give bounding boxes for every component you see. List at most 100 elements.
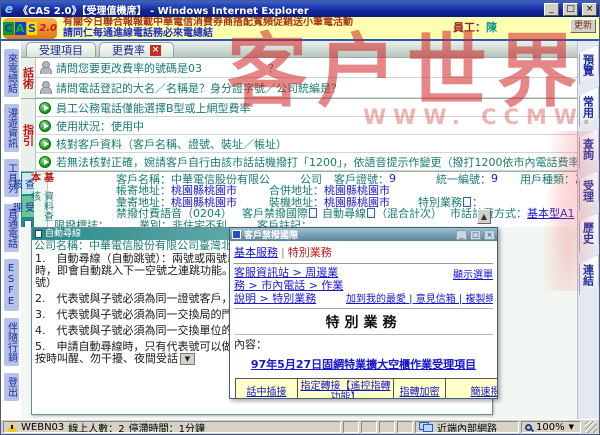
minimize-button[interactable]: _	[544, 3, 559, 16]
customer-row-4: 禁撥付費語音（0204） 客戶禁撥國際 自動尋線（混合計次） 市話計費方式：基本…	[50, 208, 575, 220]
sidebar-item-roaming-info[interactable]: 漫遊資訊	[4, 104, 19, 152]
popup-title: 客戶禁撥國際	[244, 228, 453, 241]
ubn-label: 統一編號：	[436, 172, 491, 187]
tab-accept-items[interactable]: 受理項目	[26, 42, 96, 57]
customer-data-section: 查核 受理 基本 資料查核 客戶名稱：中華電信股份有限公 公司 客戶證號：9 統…	[21, 171, 577, 229]
green-arrow-icon	[39, 138, 51, 150]
document-icon	[35, 230, 42, 238]
right-tab-accept[interactable]: 受理	[579, 171, 599, 211]
service-link[interactable]: 簡速撥號	[446, 379, 498, 399]
guide-section: 指引 員工公務電話僅能選擇B型或上網型費率 使用狀況：使用中 核對客戶資料（客戶…	[21, 98, 577, 171]
guide-rows: 員工公務電話僅能選擇B型或上網型費率 使用狀況：使用中 核對客戶資料（客戶名稱、…	[36, 99, 577, 171]
scroll-up-icon[interactable]: ▲	[477, 209, 491, 224]
work-item-tabbar: 受理項目 更費率 ×	[21, 41, 577, 57]
tab-close-icon[interactable]: ×	[150, 45, 161, 56]
network-icon	[419, 422, 433, 432]
notice-link-row: 97年5月27日固網特業擴大空櫃作業受理項目	[234, 356, 493, 372]
status-zone: 近端內部網路	[437, 421, 497, 433]
popup-heading: 特別業務	[234, 308, 493, 332]
status-panel-zoom[interactable]: 100% ▼	[521, 421, 581, 433]
popup-tabs: 基本服務|特別業務	[234, 243, 493, 264]
guide-row: 核對客戶資料（客戶名稱、證號、裝址／帳址）	[36, 135, 577, 153]
usertype-label: 用戶種類：	[520, 172, 575, 187]
banner-messages: 有關今日聯合報報載中華電信消費券商搭配寬頻促銷送小筆電活動 請同仁每通進線電話務…	[63, 17, 353, 39]
zoom-level: 100%	[536, 422, 565, 433]
popup-restore-button[interactable]: □	[470, 230, 481, 240]
script-section: 話術 請問您要更改費率的號碼是03 ？ 請問電話登記的大名／名稱是？身分證字號／…	[21, 57, 577, 98]
right-tab-query[interactable]: 查詢	[579, 129, 599, 169]
close-button[interactable]: ×	[582, 3, 597, 16]
popup-titlebar[interactable]: 客戶禁撥國際 _ □ ×	[230, 228, 497, 241]
right-sidebar: 預覽 常用 查詢 受理 歷史 連結	[577, 41, 599, 419]
logo-version: 2.0	[39, 23, 57, 34]
ubn-value: 9	[491, 172, 498, 185]
status-panel-main: WEBN03 線上人數：2 停滯時間：1分鐘	[3, 421, 341, 433]
combo-dropdown-icon[interactable]: ▼	[180, 353, 195, 365]
usertype-value: 乙	[575, 172, 577, 187]
logo-letter-a: A	[15, 22, 26, 35]
popup-nav-side: 顯示選單 加到我的最愛 | 意見信箱 | 複製網址 | 列印	[346, 266, 493, 305]
autoline-note: （混合計次）	[376, 205, 442, 221]
right-tab-preview[interactable]: 預覽	[579, 45, 599, 85]
banner-line-1: 有關今日聯合報報載中華電信消費券商搭配寬頻促銷送小筆電活動	[63, 17, 353, 28]
popup-action-links[interactable]: 加到我的最愛 | 意見信箱 | 複製網址 | 列印	[346, 290, 493, 305]
popup-minimize-button[interactable]: _	[456, 230, 467, 240]
person-icon	[39, 81, 51, 94]
breadcrumb[interactable]: 客服資訊站 > 周邊業務 > 市內電話 > 作業說明 > 特別業務	[234, 266, 346, 305]
zoom-dropdown-icon[interactable]: ▼	[569, 423, 574, 431]
document-icon	[232, 230, 241, 239]
right-tab-history[interactable]: 歷史	[579, 213, 599, 253]
green-arrow-icon	[39, 120, 51, 132]
app-area: 來電總結 漫遊資訊 工具列 直通電話 ESFE 伴隨行銷 登出 預覽 常用 查詢…	[1, 41, 599, 419]
status-host: WEBN03	[21, 422, 64, 433]
service-link[interactable]: 話中插接	[236, 379, 298, 399]
popup-tab-basic-service[interactable]: 基本服務	[234, 246, 278, 259]
status-panel	[379, 421, 395, 433]
tab-separator: |	[281, 246, 285, 259]
service-link[interactable]: 指轉加密	[394, 379, 446, 399]
status-idle-time: 停滯時間：1分鐘	[129, 421, 205, 433]
warning-icon	[7, 422, 17, 432]
popup-nav: 客服資訊站 > 周邊業務 > 市內電話 > 作業說明 > 特別業務 顯示選單 加…	[234, 266, 493, 305]
right-tab-frequent[interactable]: 常用	[579, 87, 599, 127]
maximize-button[interactable]: □	[563, 3, 578, 16]
status-panel-zone: 近端內部網路	[415, 421, 519, 433]
status-panel	[361, 421, 377, 433]
status-panel	[343, 421, 359, 433]
guide-row: 員工公務電話僅能選擇B型或上網型費率	[36, 99, 577, 117]
sidebar-item-logout[interactable]: 登出	[4, 373, 19, 401]
autoline-label: 自動尋線	[322, 205, 366, 221]
sidebar-item-marketing[interactable]: 伴隨行銷	[4, 318, 19, 366]
script-section-label: 話術	[21, 58, 36, 98]
sidebar-item-esfe[interactable]: ESFE	[4, 259, 19, 311]
tab-change-rate[interactable]: 更費率 ×	[99, 42, 174, 57]
refresh-button[interactable]: 更新	[570, 19, 596, 33]
magnifier-icon	[525, 424, 532, 431]
left-sidebar: 來電總結 漫遊資訊 工具列 直通電話 ESFE 伴隨行銷 登出	[1, 41, 21, 419]
billing-value-link[interactable]: 基本型A1	[527, 205, 575, 221]
right-tab-links[interactable]: 連結	[579, 255, 599, 295]
guide-text: 使用狀況：使用中	[56, 118, 144, 134]
service-link[interactable]: 指定轉接【遙控指轉功能】	[298, 379, 394, 399]
popup-window: 客戶禁撥國際 _ □ × 基本服務|特別業務 客服資訊站 > 周邊業務 > 市內…	[229, 227, 498, 399]
autoline-doc-icon[interactable]	[367, 208, 375, 218]
window-title: 《CAS 2.0》【受理值機席】 - Windows Internet Expl…	[18, 2, 540, 17]
customer-data-body: 客戶名稱：中華電信股份有限公 公司 客戶證號：9 統一編號：9 用戶種類：乙 帳…	[48, 172, 577, 229]
guide-row: 若無法核對正確，婉請客戶自行由該市話話機撥打「1200」，依語音提示作變更（撥打…	[36, 153, 577, 171]
sidebar-item-call-summary[interactable]: 來電總結	[4, 49, 19, 97]
employee-name: 陳	[486, 21, 497, 34]
tab-accept-items-label: 受理項目	[39, 44, 83, 57]
popup-tab-special-service: 特別業務	[288, 246, 332, 259]
employee-label: 員工：	[453, 21, 486, 34]
status-bar: WEBN03 線上人數：2 停滯時間：1分鐘 近端內部網路 100% ▼	[1, 419, 599, 434]
show-menu-link[interactable]: 顯示選單	[453, 266, 493, 281]
green-arrow-icon	[39, 102, 51, 114]
resize-grip[interactable]	[585, 421, 597, 433]
script-row: 請問您要更改費率的號碼是03 ？	[36, 58, 577, 78]
guide-text: 若無法核對正確，婉請客戶自行由該市話話機撥打「1200」，依語音提示作變更（撥打…	[56, 154, 577, 170]
popup-close-button[interactable]: ×	[484, 230, 495, 240]
status-panel	[397, 421, 413, 433]
popup-body: 基本服務|特別業務 客服資訊站 > 周邊業務 > 市內電話 > 作業說明 > 特…	[230, 241, 497, 399]
notice-link[interactable]: 97年5月27日固網特業擴大空櫃作業受理項目	[251, 358, 476, 371]
content-label: 內容：	[234, 334, 493, 352]
